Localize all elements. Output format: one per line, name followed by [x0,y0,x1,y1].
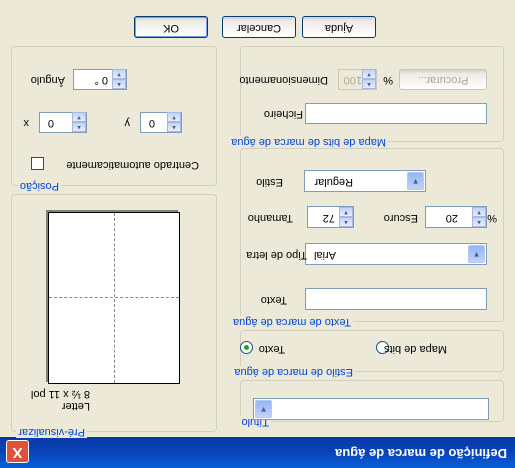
posicao-legend: Posição [17,180,61,192]
centrado-checkbox[interactable] [31,157,44,170]
dim-value: 100 [343,74,362,86]
x-value: 0 [47,117,54,129]
angulo-spinner[interactable]: 0 ° ▲ ▼ [73,69,127,90]
dim-label: Dimensionamento [239,74,328,86]
preview-guide-v [114,213,115,383]
mapa-bits-legend: Mapa de bits de marca de água [229,136,388,148]
preview-page [48,212,180,384]
spin-icon[interactable]: ▲ ▼ [72,112,86,132]
chevron-down-icon[interactable]: ▼ [468,245,485,263]
ficheiro-input[interactable] [305,103,487,124]
y-spinner[interactable]: 0 ▲ ▼ [140,112,182,133]
close-icon: X [12,444,23,461]
spin-icon[interactable]: ▲ ▼ [472,207,486,227]
ficheiro-label: Ficheiro [263,108,303,120]
procurar-button[interactable]: Procurar... [399,69,487,90]
ajuda-button[interactable]: Ajuda [302,16,376,38]
y-label: y [124,117,131,129]
close-button[interactable]: X [6,440,29,463]
texto-label: Texto [260,294,287,306]
y-value: 0 [148,117,155,129]
dim-unit: % [383,74,393,86]
watermark-dialog: Definição de marca de água X Título ▼ Es… [0,0,515,468]
tamanho-value: 72 [322,212,335,224]
spin-icon[interactable]: ▲ ▼ [112,69,126,89]
dim-spinner[interactable]: 100 ▲ ▼ [338,69,377,90]
pre-visualizar-legend: Pré-visualizar [16,426,87,438]
estilo-marca-legend: Estilo de marca de água [232,366,355,378]
angulo-label: Ângulo [30,74,65,86]
angulo-value: 0 ° [94,74,108,86]
radio-texto-label: Texto [258,343,285,355]
estilo-label: Estilo [256,176,283,188]
mapa-bits-group [240,46,504,142]
escuro-value: 20 [445,212,458,224]
fonte-label: Tipo de letra [246,249,307,261]
fonte-value: Arial [313,249,336,261]
x-spinner[interactable]: 0 ▲ ▼ [39,112,87,133]
tamanho-label: Tamanho [247,212,293,224]
texto-input[interactable] [305,288,487,310]
fonte-combobox[interactable]: Arial ▼ [305,243,487,265]
tamanho-spinner[interactable]: 72 ▲ ▼ [307,206,354,228]
texto-marca-legend: Texto de marca de água [230,316,353,328]
escuro-label: Escuro [383,212,418,224]
dialog-title: Definição de marca de água [335,446,507,461]
spin-icon[interactable]: ▲ ▼ [362,69,376,89]
estilo-combobox[interactable]: Regular ▼ [304,170,426,192]
preview-size: 8 ½ x 11 pol [30,388,90,400]
spin-icon[interactable]: ▲ ▼ [167,112,181,132]
escuro-spinner[interactable]: 20 ▲ ▼ [425,206,487,228]
spin-icon[interactable]: ▲ ▼ [339,207,353,227]
x-label: x [23,117,30,129]
ok-button[interactable]: OK [134,16,208,38]
radio-mapa-bits-label: Mapa de bits [384,343,447,355]
radio-texto[interactable] [240,341,253,354]
titulo-combobox[interactable]: ▼ [253,398,489,420]
chevron-down-icon[interactable]: ▼ [407,172,424,190]
centrado-label: Centrado automaticamente [66,159,199,171]
escuro-unit: % [487,212,497,224]
cancelar-button[interactable]: Cancelar [222,16,296,38]
preview-guide-h [49,297,179,298]
title-bar[interactable]: Definição de marca de água X [0,437,515,468]
chevron-down-icon[interactable]: ▼ [255,400,272,418]
preview-paper: Letter [61,400,90,412]
estilo-value: Regular [314,176,353,188]
